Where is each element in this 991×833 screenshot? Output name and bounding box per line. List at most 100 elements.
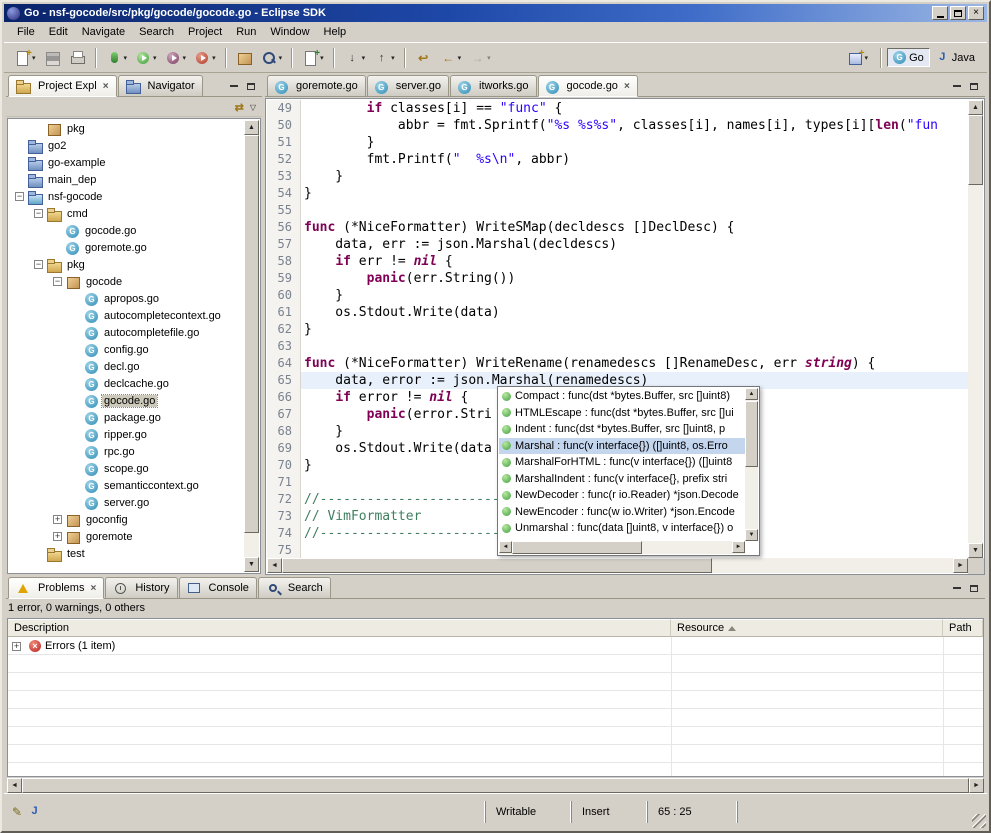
go-package-button[interactable] <box>233 47 256 69</box>
close-button[interactable]: × <box>968 6 984 20</box>
scroll-left-icon[interactable]: ◄ <box>7 778 22 793</box>
column-header-resource[interactable]: Resource <box>671 619 943 637</box>
code-line-51[interactable]: 51 } <box>267 134 968 151</box>
tree-item-goremote-go[interactable]: goremote.go <box>9 239 244 256</box>
tree-item-declcache-go[interactable]: declcache.go <box>9 375 244 392</box>
tree-item-gocode-go[interactable]: gocode.go <box>9 222 244 239</box>
resize-grip[interactable] <box>972 814 986 828</box>
dropdown-arrow-icon[interactable]: ▾ <box>865 54 869 62</box>
maximize-view-button[interactable] <box>244 80 258 92</box>
close-tab-icon[interactable]: × <box>90 583 96 594</box>
tree-item-go-example[interactable]: go-example <box>9 154 244 171</box>
dropdown-arrow-icon[interactable]: ▾ <box>212 54 216 62</box>
close-tab-icon[interactable]: × <box>624 81 630 92</box>
tree-item-main-dep[interactable]: main_dep <box>9 171 244 188</box>
code-line-54[interactable]: 54} <box>267 185 968 202</box>
assist-item-marshal[interactable]: Marshal : func(v interface{}) ([]uint8, … <box>499 438 745 455</box>
tree-item-gocode-go[interactable]: gocode.go <box>9 392 244 409</box>
tab-search[interactable]: Search <box>258 577 331 598</box>
tree-item-rpc-go[interactable]: rpc.go <box>9 443 244 460</box>
tab-itworks-go[interactable]: itworks.go <box>450 75 537 96</box>
maximize-view-button[interactable] <box>967 582 981 594</box>
forward-button[interactable]: →▾ <box>466 47 494 69</box>
code-line-62[interactable]: 62} <box>267 321 968 338</box>
assist-item-htmlescape[interactable]: HTMLEscape : func(dst *bytes.Buffer, src… <box>499 405 745 422</box>
tree-item-apropos-go[interactable]: apropos.go <box>9 290 244 307</box>
tree-item-autocompletefile-go[interactable]: autocompletefile.go <box>9 324 244 341</box>
code-line-61[interactable]: 61 os.Stdout.Write(data) <box>267 304 968 321</box>
menu-edit[interactable]: Edit <box>42 24 75 40</box>
code-line-52[interactable]: 52 fmt.Printf(" %s\n", abbr) <box>267 151 968 168</box>
next-annotation-button[interactable]: ↓▾ <box>341 47 369 69</box>
scroll-right-icon[interactable]: ► <box>953 558 968 573</box>
debug-button[interactable]: ▾ <box>103 47 131 69</box>
run-last-button[interactable]: ▾ <box>162 47 190 69</box>
assist-vertical-scrollbar[interactable]: ▲ ▼ <box>745 388 758 541</box>
tab-goremote-go[interactable]: goremote.go <box>267 75 366 96</box>
scroll-up-icon[interactable]: ▲ <box>968 100 983 115</box>
close-tab-icon[interactable]: × <box>103 81 109 92</box>
code-line-63[interactable]: 63 <box>267 338 968 355</box>
scroll-thumb[interactable] <box>282 558 712 573</box>
new-button[interactable]: ▾ <box>11 47 39 69</box>
problems-row[interactable]: +×Errors (1 item) <box>8 637 983 655</box>
tree-expander-icon[interactable]: − <box>34 209 43 218</box>
back-button[interactable]: ←▾ <box>437 47 465 69</box>
tree-expander-icon[interactable]: + <box>53 515 62 524</box>
tree-item-go2[interactable]: go2 <box>9 137 244 154</box>
run-button[interactable]: ▾ <box>132 47 160 69</box>
tree-item-nsf-gocode[interactable]: −nsf-gocode <box>9 188 244 205</box>
tree-expander-icon[interactable]: − <box>53 277 62 286</box>
menu-file[interactable]: File <box>10 24 42 40</box>
view-menu-icon[interactable]: ▽ <box>250 103 256 112</box>
assist-item-compact[interactable]: Compact : func(dst *bytes.Buffer, src []… <box>499 388 745 405</box>
code-line-53[interactable]: 53 } <box>267 168 968 185</box>
tab-project-expl[interactable]: Project Expl× <box>8 75 117 97</box>
minimize-view-button[interactable] <box>227 80 241 92</box>
dropdown-arrow-icon[interactable]: ▾ <box>183 54 187 62</box>
scroll-thumb[interactable] <box>512 541 642 554</box>
tree-item-semanticcontext-go[interactable]: semanticcontext.go <box>9 477 244 494</box>
open-perspective-button[interactable]: ▾ <box>844 47 872 69</box>
code-line-50[interactable]: 50 abbr = fmt.Sprintf("%s %s%s", classes… <box>267 117 968 134</box>
last-edit-location-button[interactable]: ↩ <box>412 47 435 69</box>
tab-problems[interactable]: Problems× <box>8 577 104 599</box>
code-line-59[interactable]: 59 panic(err.String()) <box>267 270 968 287</box>
tree-item-package-go[interactable]: package.go <box>9 409 244 426</box>
column-header-path[interactable]: Path <box>943 619 983 637</box>
java-badge-icon[interactable]: J <box>28 805 41 818</box>
scroll-down-icon[interactable]: ▼ <box>745 529 758 541</box>
code-line-58[interactable]: 58 if err != nil { <box>267 253 968 270</box>
tree-item-pkg[interactable]: pkg <box>9 120 244 137</box>
tree-item-server-go[interactable]: server.go <box>9 494 244 511</box>
minimize-view-button[interactable] <box>950 80 964 92</box>
editor-horizontal-scrollbar[interactable]: ◄ ► <box>267 558 968 573</box>
tree-item-scope-go[interactable]: scope.go <box>9 460 244 477</box>
titlebar[interactable]: Go - nsf-gocode/src/pkg/gocode/gocode.go… <box>4 4 987 22</box>
editor-vertical-scrollbar[interactable]: ▲ ▼ <box>968 100 983 558</box>
tab-gocode-go[interactable]: gocode.go× <box>538 75 638 97</box>
code-line-49[interactable]: 49 if classes[i] == "func" { <box>267 100 968 117</box>
code-line-64[interactable]: 64func (*NiceFormatter) WriteRename(rena… <box>267 355 968 372</box>
minimize-view-button[interactable] <box>950 582 964 594</box>
perspective-java[interactable]: JJava <box>930 48 981 67</box>
tree-item-test[interactable]: test <box>9 545 244 562</box>
minimize-button[interactable] <box>932 6 948 20</box>
dropdown-arrow-icon[interactable]: ▾ <box>362 54 366 62</box>
tree-item-gocode[interactable]: −gocode <box>9 273 244 290</box>
scroll-right-icon[interactable]: ► <box>732 541 745 553</box>
dropdown-arrow-icon[interactable]: ▾ <box>487 54 491 62</box>
tab-navigator[interactable]: Navigator <box>118 75 203 96</box>
dropdown-arrow-icon[interactable]: ▾ <box>458 54 462 62</box>
code-line-60[interactable]: 60 } <box>267 287 968 304</box>
assist-item-unmarshal[interactable]: Unmarshal : func(data []uint8, v interfa… <box>499 520 745 537</box>
column-header-description[interactable]: Description <box>8 619 671 637</box>
new-element-button[interactable]: ▾ <box>299 47 327 69</box>
tree-item-cmd[interactable]: −cmd <box>9 205 244 222</box>
dropdown-arrow-icon[interactable]: ▾ <box>153 54 157 62</box>
code-line-55[interactable]: 55 <box>267 202 968 219</box>
assist-item-newdecoder[interactable]: NewDecoder : func(r io.Reader) *json.Dec… <box>499 487 745 504</box>
tree-item-config-go[interactable]: config.go <box>9 341 244 358</box>
tab-server-go[interactable]: server.go <box>367 75 449 96</box>
problems-horizontal-scrollbar[interactable]: ◄ ► <box>7 778 984 793</box>
